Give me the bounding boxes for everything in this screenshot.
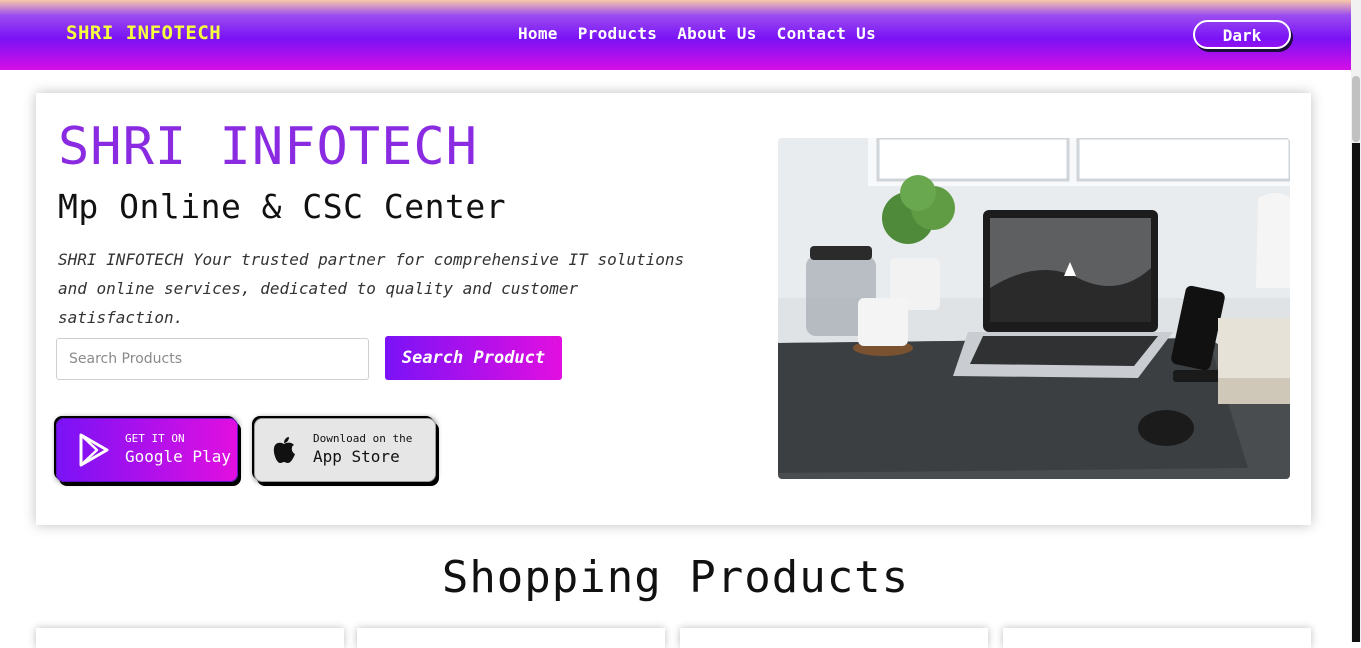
product-card[interactable]	[1003, 628, 1311, 648]
hero-description: SHRI INFOTECH Your trusted partner for c…	[58, 250, 685, 327]
hero-card: SHRI INFOTECH Mp Online & CSC Center SHR…	[36, 93, 1311, 525]
app-store-button[interactable]: Download on the App Store	[254, 418, 436, 482]
google-play-small-text: GET IT ON	[125, 432, 185, 445]
section-title-shopping-products: Shopping Products	[441, 552, 910, 603]
google-play-text: GET IT ON Google Play	[125, 432, 231, 468]
nav-link-about[interactable]: About Us	[677, 24, 756, 43]
scrollbar-thumb[interactable]	[1352, 76, 1360, 142]
product-card[interactable]	[36, 628, 344, 648]
google-play-button[interactable]: GET IT ON Google Play	[56, 418, 238, 482]
nav-link-contact[interactable]: Contact Us	[777, 24, 876, 43]
apple-icon	[269, 431, 299, 469]
nav-link-products[interactable]: Products	[578, 24, 657, 43]
hero-title: SHRI INFOTECH	[58, 117, 478, 177]
search-product-button[interactable]: Search Product	[385, 336, 562, 380]
scrollbar-lower	[1352, 143, 1360, 642]
product-card[interactable]	[680, 628, 988, 648]
product-card[interactable]	[357, 628, 665, 648]
google-play-big-text: Google Play	[125, 447, 231, 466]
google-play-icon	[75, 431, 113, 469]
dark-mode-button[interactable]: Dark	[1193, 20, 1291, 49]
brand-logo[interactable]: SHRI INFOTECH	[66, 22, 221, 44]
navbar: SHRI INFOTECH Home Products About Us Con…	[0, 0, 1351, 70]
hero-subtitle: Mp Online & CSC Center	[58, 187, 507, 226]
nav-links: Home Products About Us Contact Us	[518, 24, 876, 43]
hero-image	[778, 138, 1290, 479]
app-store-text: Download on the App Store	[313, 432, 412, 468]
app-store-big-text: App Store	[313, 447, 400, 466]
app-store-small-text: Download on the	[313, 432, 413, 445]
nav-link-home[interactable]: Home	[518, 24, 558, 43]
search-input[interactable]	[56, 338, 369, 380]
